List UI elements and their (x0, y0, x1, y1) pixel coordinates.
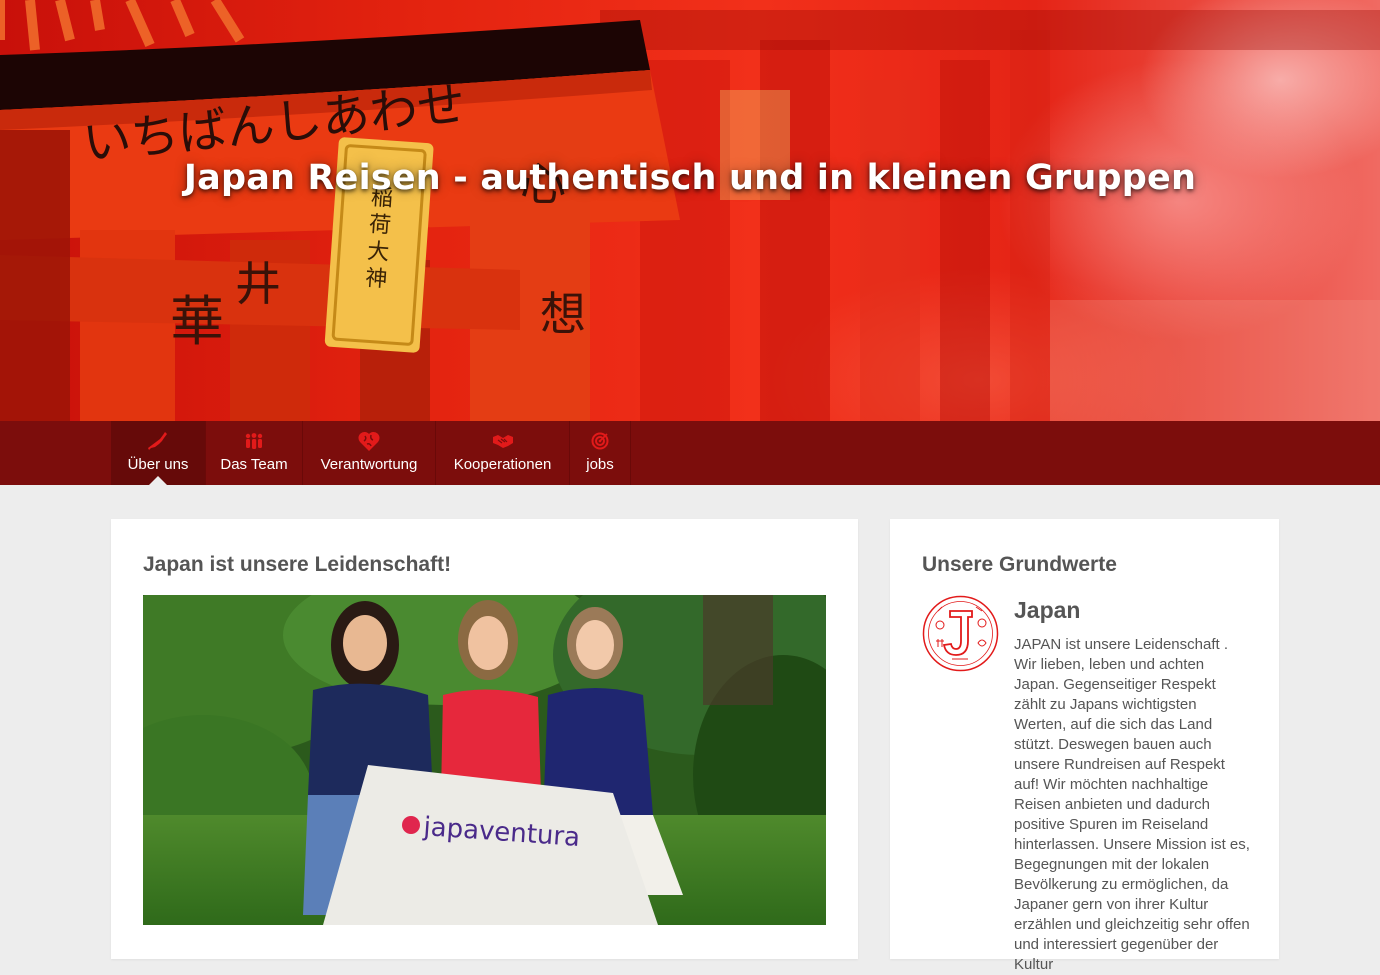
nav-item-verantwortung[interactable]: Verantwortung (303, 421, 436, 485)
hero-title: Japan Reisen - authentisch und in kleine… (183, 158, 1197, 198)
nav-item-ueber-uns[interactable]: Über uns (111, 421, 206, 485)
main-content-card: Japan ist unsere Leidenschaft! japaventu… (111, 519, 858, 959)
nav-label: Das Team (220, 456, 288, 473)
torii-character-right-2: 想 (540, 287, 586, 341)
torii-gates-photo: いちばんしあわせ 華 心 想 井 稲 荷 大 神 (0, 0, 1380, 421)
sidebar-title: Unsere Grundwerte (922, 553, 1117, 576)
nav-item-kooperationen[interactable]: Kooperationen (436, 421, 570, 485)
svg-text:大: 大 (366, 239, 390, 265)
nav-label: Kooperationen (453, 456, 552, 473)
heart-globe-icon (357, 430, 381, 452)
value-description: JAPAN ist unsere Leidenschaft . Wir lieb… (1014, 636, 1250, 973)
nav-label: jobs (586, 456, 614, 473)
svg-text:神: 神 (364, 266, 388, 292)
value-title: Japan (1014, 597, 1081, 623)
svg-text:荷: 荷 (368, 212, 392, 238)
japan-j-emblem-icon (922, 595, 999, 672)
main-title: Japan ist unsere Leidenschaft! (143, 553, 452, 576)
handshake-icon (492, 430, 514, 452)
torii-character-left: 華 (170, 290, 224, 353)
sub-navigation: Über uns Das Team Verantwortung Kooperat… (0, 421, 1380, 485)
team-icon (243, 430, 265, 452)
hero-banner: いちばんしあわせ 華 心 想 井 稲 荷 大 神 Japan Reisen - … (0, 0, 1380, 421)
nav-item-jobs[interactable]: jobs (570, 421, 631, 485)
nav-label: Über uns (127, 456, 189, 473)
target-icon (591, 430, 609, 452)
team-photo: japaventura (143, 595, 826, 925)
torii-character-mid: 井 (235, 257, 281, 311)
sidebar-card: Unsere Grundwerte Japan JAPAN ist unsere… (890, 519, 1279, 973)
japan-map-icon (147, 430, 169, 452)
nav-item-das-team[interactable]: Das Team (206, 421, 303, 485)
nav-label: Verantwortung (320, 456, 418, 473)
